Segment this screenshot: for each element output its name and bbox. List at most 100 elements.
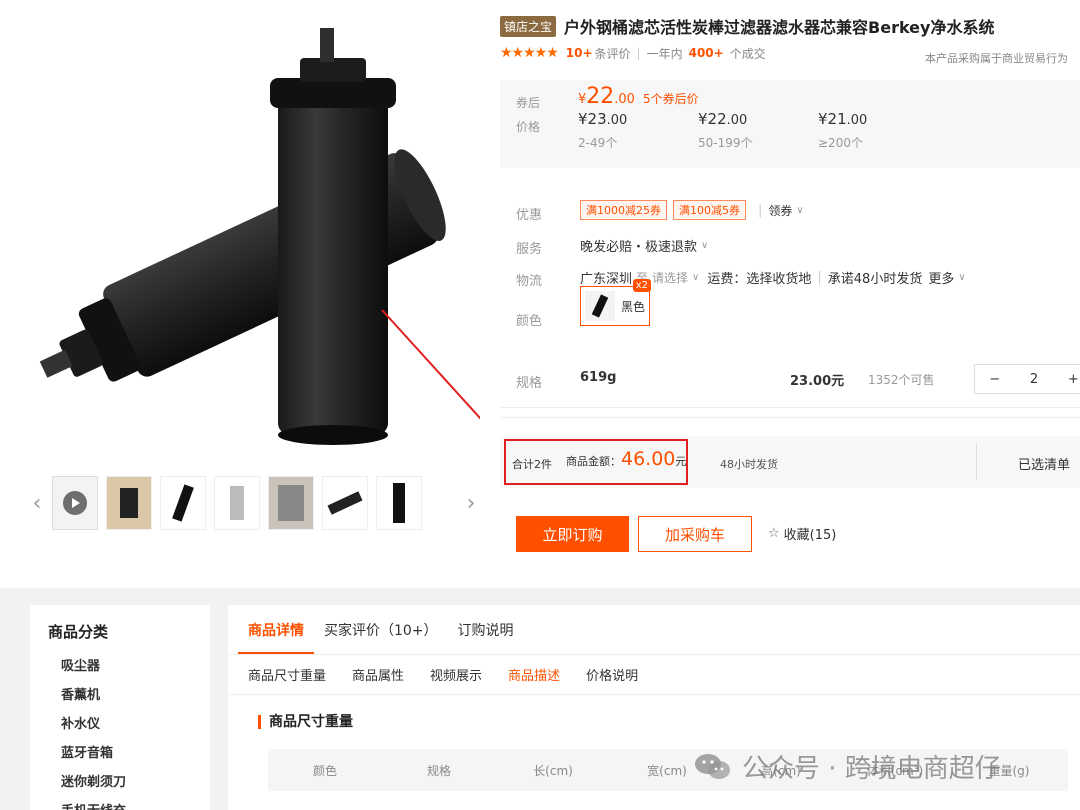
total-amount: 商品金额： 46.00 元 — [566, 448, 686, 470]
category-item[interactable]: 香薰机 — [48, 681, 192, 710]
color-option-black[interactable]: 黑色 x2 — [580, 279, 651, 326]
column-header: 长(cm) — [533, 763, 573, 778]
detail-subtabs: 商品尺寸重量 商品属性 视频展示 商品描述 价格说明 — [228, 655, 1080, 695]
play-icon — [63, 491, 87, 515]
price-tier: ¥23.00 2-49个 — [578, 110, 698, 151]
category-item[interactable]: 手机无线充 — [48, 797, 192, 810]
service-text: 晚发必赔・极速退款 — [580, 240, 698, 255]
wechat-icon — [695, 753, 730, 779]
service-label: 服务 — [516, 242, 543, 257]
logistics-label: 物流 — [516, 274, 543, 289]
thumbnail-video[interactable] — [52, 476, 98, 530]
add-to-cart-button[interactable]: 加采购车 — [638, 516, 752, 552]
tier-price: ¥23 — [578, 110, 607, 128]
category-item[interactable]: 吸尘器 — [48, 652, 192, 681]
tier-qty: 2-49个 — [578, 136, 618, 150]
trade-notice: 本产品采购属于商业贸易行为 — [925, 52, 1068, 65]
coupon-tip: 5个券后价 — [642, 92, 699, 106]
sales-count: 400+ — [688, 46, 724, 60]
favorite-label: 收藏(15) — [783, 528, 837, 543]
tier-price-dec: .00 — [726, 113, 748, 128]
coupon-label: 券后 — [516, 96, 541, 110]
order-summary: 合计2件 商品金额： 46.00 元 48小时发货 已选清单 — [500, 436, 1080, 488]
item-count: 合计2件 — [512, 458, 552, 471]
chevron-down-icon: ∨ — [958, 272, 966, 283]
spec-name: 619g — [580, 370, 617, 385]
favorite-button[interactable]: ☆ 收藏(15) — [768, 524, 836, 543]
origin-city: 广东深圳 — [580, 272, 633, 287]
service-row[interactable]: 晚发必赔・极速退款 ∨ — [580, 236, 708, 255]
detail-tabs: 商品详情 买家评价（10+） 订购说明 — [228, 605, 1080, 655]
price-label: 价格 — [516, 120, 541, 134]
product-title: 户外钢桶滤芯活性炭棒过滤器滤水器芯兼容Berkey净水系统 — [564, 18, 995, 37]
category-title: 商品分类 — [48, 623, 109, 641]
tier-price-dec: .00 — [846, 113, 868, 128]
subtab-price-info[interactable]: 价格说明 — [586, 665, 638, 684]
thumbnail-image[interactable] — [106, 476, 152, 530]
selected-list-button[interactable]: 已选清单 — [1018, 454, 1070, 473]
color-thumbnail — [585, 291, 615, 321]
destination-select[interactable]: 请选择 — [652, 269, 688, 286]
sales-label: 个成交 — [729, 46, 766, 61]
get-coupon-button[interactable]: 领券 — [768, 202, 792, 219]
divider: | — [636, 46, 641, 60]
divider: | — [817, 270, 822, 285]
tab-reviews[interactable]: 买家评价（10+） — [314, 620, 448, 654]
section-title: 商品尺寸重量 — [258, 715, 353, 729]
amount-unit: 元 — [675, 455, 687, 468]
tab-order-info[interactable]: 订购说明 — [448, 620, 524, 654]
prev-arrow-icon[interactable]: ‹ — [28, 474, 46, 532]
thumbnail-image[interactable] — [268, 476, 314, 530]
divider — [976, 444, 977, 480]
column-header: 规格 — [426, 763, 451, 778]
spec-stock: 1352个可售 — [868, 373, 935, 387]
coupon-price-int: 22 — [586, 84, 615, 109]
category-item[interactable]: 蓝牙音箱 — [48, 739, 192, 768]
category-item[interactable]: 补水仪 — [48, 710, 192, 739]
promo-tag[interactable]: 满100减5券 — [673, 200, 746, 220]
price-tier: ¥22.00 50-199个 — [698, 110, 818, 151]
thumbnail-image[interactable] — [214, 476, 260, 530]
spec-row: 规格 619g 23.00元 1352个可售 − 2 + — [500, 352, 1080, 408]
more-button[interactable]: 更多 — [928, 268, 954, 287]
review-label[interactable]: 条评价 — [595, 45, 631, 62]
subtab-description[interactable]: 商品描述 — [508, 665, 560, 684]
subtab-size-weight[interactable]: 商品尺寸重量 — [248, 665, 326, 684]
tier-price: ¥21 — [818, 110, 847, 128]
category-panel: 商品分类 吸尘器 香薰机 补水仪 蓝牙音箱 迷你剃须刀 手机无线充 — [30, 605, 210, 810]
thumbnail-image[interactable] — [160, 476, 206, 530]
subtab-attributes[interactable]: 商品属性 — [352, 665, 404, 684]
buy-now-button[interactable]: 立即订购 — [516, 516, 629, 552]
decrement-button[interactable]: − — [975, 372, 1014, 387]
promo-tag[interactable]: 满1000减25券 — [580, 200, 667, 220]
promo-row: 满1000减25券 满100减5券 | 领券 ∨ — [580, 200, 804, 220]
star-rating-icon: ★★★★★ — [500, 45, 559, 61]
category-item[interactable]: 迷你剃须刀 — [48, 768, 192, 797]
main-product-image[interactable] — [20, 10, 501, 460]
thumbnail-image[interactable] — [376, 476, 422, 530]
chevron-down-icon: ∨ — [692, 272, 700, 283]
price-tier: ¥21.00 ≥200个 — [818, 110, 938, 151]
sales-prefix: 一年内 — [646, 46, 683, 61]
coupon-price-dec: .00 — [614, 92, 635, 107]
increment-button[interactable]: + — [1054, 372, 1080, 387]
tier-qty: 50-199个 — [698, 136, 753, 150]
thumbnail-strip: ‹ › — [28, 474, 480, 532]
color-name: 黑色 — [620, 299, 645, 314]
subtab-video[interactable]: 视频展示 — [430, 665, 482, 684]
coupon-price: ¥22.00 5个券后价 — [578, 84, 699, 109]
freight-text: 运费：选择收货地 — [707, 272, 812, 287]
next-arrow-icon[interactable]: › — [462, 474, 480, 532]
star-outline-icon: ☆ — [768, 526, 780, 541]
tab-details[interactable]: 商品详情 — [238, 620, 314, 654]
color-label: 颜色 — [516, 314, 543, 329]
spec-label: 规格 — [516, 376, 543, 391]
quantity-input[interactable]: 2 — [1014, 372, 1053, 387]
column-header: 颜色 — [312, 763, 337, 778]
discount-label: 优惠 — [516, 208, 543, 223]
chevron-down-icon: ∨ — [701, 240, 709, 251]
thumbnail-image[interactable] — [322, 476, 368, 530]
review-count[interactable]: 10+ — [566, 46, 593, 60]
quantity-badge: x2 — [632, 279, 651, 292]
amount-value: 46.00 — [621, 448, 676, 470]
